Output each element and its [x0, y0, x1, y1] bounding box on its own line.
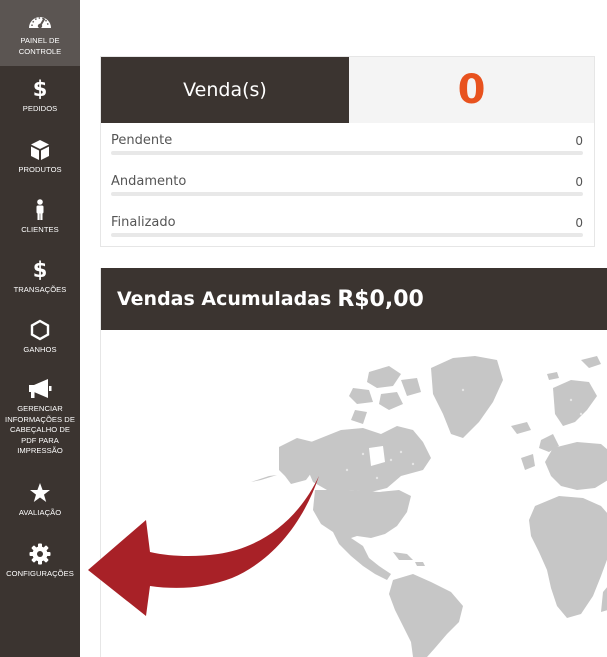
- sidebar-item-label: CLIENTES: [21, 225, 59, 234]
- sales-count: 0: [349, 57, 594, 123]
- sidebar-item-label: PRODUTOS: [18, 165, 62, 174]
- gear-icon: [29, 543, 51, 565]
- sidebar-item-produtos[interactable]: PRODUTOS: [0, 139, 80, 185]
- sidebar-item-label: PAINEL DE CONTROLE: [18, 36, 62, 56]
- megaphone-icon: [28, 378, 52, 400]
- sidebar-item-configuracoes[interactable]: CONFIGURAÇÕES: [0, 543, 80, 583]
- sidebar-item-transacoes[interactable]: $ TRANSAÇÕES: [0, 259, 80, 305]
- status-progress-bar: [111, 192, 583, 196]
- sales-summary-card: Venda(s) 0 Pendente 0 Andamento 0 Finali…: [100, 56, 595, 247]
- box-icon: [30, 139, 50, 161]
- hexagon-icon: [30, 319, 50, 341]
- sidebar-item-gerenciar-pdf[interactable]: GERENCIAR INFORMAÇÕES DE CABEÇALHO DE PD…: [0, 378, 80, 464]
- status-progress-bar: [111, 151, 583, 155]
- dollar-icon: $: [32, 258, 48, 282]
- status-label: Andamento: [111, 174, 187, 189]
- sidebar-item-painel-de-controle[interactable]: PAINEL DE CONTROLE: [0, 0, 80, 66]
- person-icon: [34, 199, 46, 221]
- sidebar-item-label: AVALIAÇÃO: [18, 508, 62, 517]
- world-map: [251, 356, 607, 657]
- status-row-finalizado: Finalizado 0: [111, 215, 583, 237]
- accumulated-sales-title: Vendas Acumuladas: [117, 288, 332, 310]
- status-value: 0: [575, 134, 583, 148]
- sidebar-item-label: CONFIGURAÇÕES: [6, 569, 74, 578]
- accumulated-sales-header: Vendas Acumuladas R$0,00: [101, 268, 607, 330]
- accumulated-sales-value: R$0,00: [337, 286, 424, 312]
- status-row-andamento: Andamento 0: [111, 174, 583, 196]
- dollar-icon: $: [32, 77, 48, 101]
- status-value: 0: [575, 216, 583, 230]
- star-icon: [29, 482, 51, 504]
- sidebar-item-clientes[interactable]: CLIENTES: [0, 199, 80, 245]
- status-label: Pendente: [111, 133, 173, 148]
- sidebar-item-label: PEDIDOS: [22, 104, 58, 113]
- sidebar-item-label: TRANSAÇÕES: [13, 285, 67, 294]
- sidebar-item-avaliacao[interactable]: AVALIAÇÃO: [0, 482, 80, 522]
- status-row-pendente: Pendente 0: [111, 133, 583, 155]
- status-value: 0: [575, 175, 583, 189]
- sidebar: PAINEL DE CONTROLE $ PEDIDOS PRODUTOS CL…: [0, 0, 80, 657]
- status-label: Finalizado: [111, 215, 176, 230]
- sidebar-item-ganhos[interactable]: GANHOS: [0, 319, 80, 365]
- sidebar-item-pedidos[interactable]: $ PEDIDOS: [0, 78, 80, 124]
- sidebar-item-label: GERENCIAR INFORMAÇÕES DE CABEÇALHO DE PD…: [5, 404, 75, 455]
- dashboard-gauge-icon: [27, 10, 53, 32]
- sales-header-label: Venda(s): [101, 57, 349, 123]
- status-progress-bar: [111, 233, 583, 237]
- sidebar-item-label: GANHOS: [23, 345, 57, 354]
- accumulated-sales-card: Vendas Acumuladas R$0,00: [100, 268, 607, 657]
